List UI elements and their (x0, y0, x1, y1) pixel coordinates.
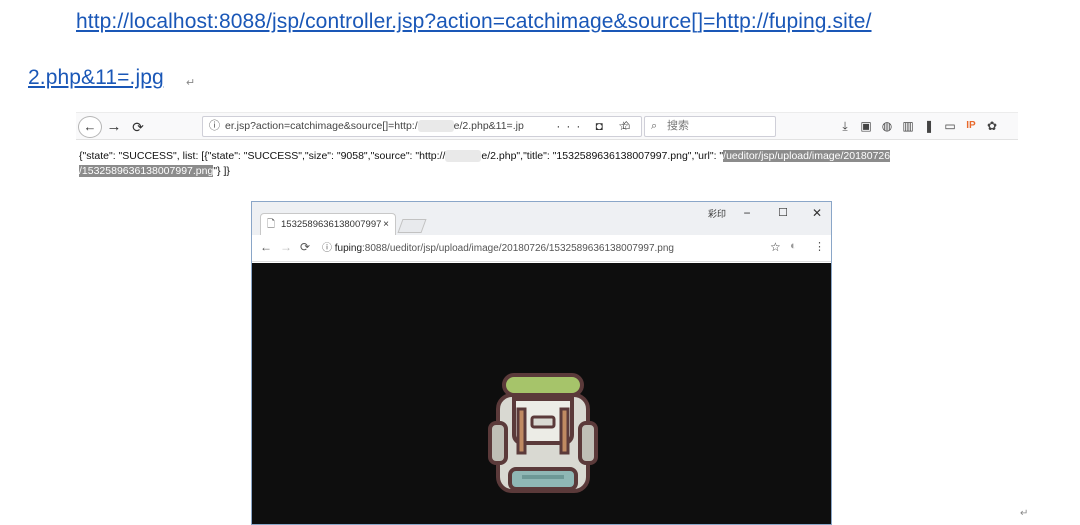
backpack-image (488, 373, 598, 493)
reload-icon[interactable]: ⟳ (128, 115, 148, 139)
info-icon[interactable]: ⓘ (322, 243, 335, 254)
palette-icon[interactable]: ◍ (880, 117, 894, 135)
chrome-titlebar: 🗋 1532589636138007997 × 彩印 − ☐ ✕ (252, 202, 831, 235)
paragraph-mark: ↵ (186, 77, 196, 89)
json-selected-url: /ueditor/jsp/upload/image/20180726 (723, 150, 891, 162)
json-middle: e/2.php","title": "1532589636138007997.p… (481, 150, 724, 162)
minimize-icon[interactable]: − (738, 206, 756, 220)
search-placeholder: 搜索 (667, 120, 689, 132)
address-bar-text: er.jsp?action=catchimage&source[]=http:/ (225, 120, 418, 132)
json-suffix: "} ]} (213, 165, 230, 177)
home-icon[interactable]: ⌂ (622, 116, 630, 132)
address-bar-text-tail: e/2.php&11=.jp (453, 120, 524, 132)
image-viewport (252, 263, 831, 524)
extension-icon[interactable]: ❚ (922, 117, 936, 135)
addon-icon[interactable]: ✿ (985, 117, 999, 135)
tab-title: 1532589636138007997 (281, 219, 382, 230)
toolbar-icons: ⤓ ▣ ◍ ▥ ❚ ▭ IP ✿ (838, 117, 999, 135)
screenshot-icon[interactable]: ▣ (859, 117, 873, 135)
address-bar[interactable]: ⓘ er.jsp?action=catchimage&source[]=http… (202, 116, 642, 137)
close-window-icon[interactable]: ✕ (808, 206, 826, 220)
json-selected-filename: /1532589636138007997.png (79, 165, 214, 177)
bookmark-star-icon[interactable]: ☆ (770, 240, 781, 254)
sidebar-icon[interactable]: ▭ (943, 117, 957, 135)
omnibox[interactable]: ⓘ fuping:8088/ueditor/jsp/upload/image/2… (318, 238, 788, 259)
document-icon: 🗋 (267, 219, 276, 230)
new-tab-button[interactable] (397, 219, 427, 233)
redacted-blur (445, 150, 482, 163)
library-icon[interactable]: ▥ (901, 117, 915, 135)
paragraph-mark-end: ↵ (1020, 508, 1029, 519)
url-link-line-2[interactable]: 2.php&11=.jpg (28, 66, 164, 90)
reload-icon[interactable]: ⟳ (300, 240, 310, 254)
firefox-toolbar: ← → ⟳ ⓘ er.jsp?action=catchimage&source[… (76, 112, 1018, 140)
back-arrow-icon[interactable]: ← (78, 116, 102, 138)
extension-icon[interactable]: ◐ (790, 240, 797, 252)
ip-extension-icon[interactable]: IP (964, 117, 978, 135)
chrome-window: 🗋 1532589636138007997 × 彩印 − ☐ ✕ ← → ⟳ ⓘ… (251, 201, 832, 525)
url-link-line-1[interactable]: http://localhost:8088/jsp/controller.jsp… (76, 10, 872, 34)
chrome-navbar: ← → ⟳ ⓘ fuping:8088/ueditor/jsp/upload/i… (252, 235, 831, 262)
chrome-tab[interactable]: 🗋 1532589636138007997 × (260, 213, 396, 235)
redacted-blur (417, 120, 454, 133)
forward-arrow-icon[interactable]: → (280, 240, 292, 254)
back-arrow-icon[interactable]: ← (260, 240, 272, 254)
download-icon[interactable]: ⤓ (838, 117, 852, 135)
json-prefix: {"state": "SUCCESS", list: [{"state": "S… (79, 150, 446, 162)
omnibox-path: :8088/ueditor/jsp/upload/image/20180726/… (362, 243, 674, 254)
json-response-line-2: /1532589636138007997.png"} ]} (79, 164, 230, 179)
info-icon[interactable]: ⓘ (209, 117, 220, 136)
forward-arrow-icon[interactable]: → (104, 115, 124, 139)
tab-close-icon[interactable]: × (383, 214, 389, 235)
search-icon: ⌕ (651, 120, 658, 132)
json-response-line-1: {"state": "SUCCESS", list: [{"state": "S… (79, 149, 1009, 164)
maximize-icon[interactable]: ☐ (774, 206, 792, 219)
menu-dots-icon[interactable]: ⋮ (814, 240, 825, 253)
search-input[interactable]: ⌕ 搜索 (644, 116, 776, 137)
user-profile-label[interactable]: 彩印 (708, 207, 726, 220)
omnibox-host: fuping (334, 243, 363, 254)
